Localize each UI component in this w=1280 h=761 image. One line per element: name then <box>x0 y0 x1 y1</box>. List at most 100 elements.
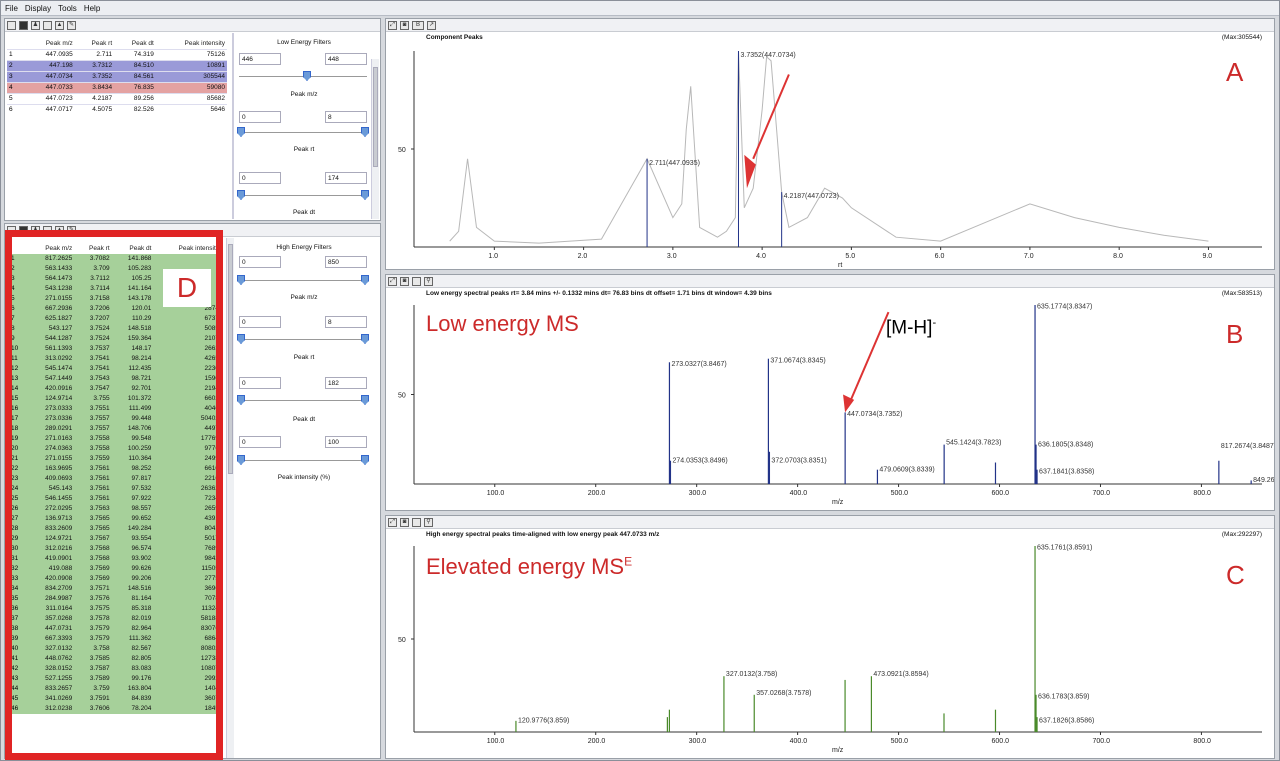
high-mz-max-input[interactable]: 850 <box>325 256 367 268</box>
table-row[interactable]: 23 409.0693 3.7561 97.817 2216 <box>9 474 221 484</box>
table-row[interactable]: 41 448.0762 3.7585 82.805 12738 <box>9 654 221 664</box>
table-row[interactable]: 31 419.0901 3.7568 93.902 9842 <box>9 554 221 564</box>
low-rt-max-input[interactable]: 8 <box>325 111 367 123</box>
table-row[interactable]: 12 545.1474 3.7541 112.435 2230 <box>9 364 221 374</box>
table-row[interactable]: 7 625.1827 3.7207 110.29 6737 <box>9 314 221 324</box>
col-header-intensity[interactable]: Peak intensity <box>153 244 221 254</box>
high-table-scroll-thumb[interactable] <box>228 244 233 474</box>
menu-help[interactable]: Help <box>84 4 100 13</box>
high-rt-knob-max[interactable] <box>361 334 369 344</box>
high-rt-slider[interactable] <box>239 339 367 340</box>
table-row[interactable]: 26 272.0295 3.7563 98.557 2659 <box>9 504 221 514</box>
col-header-intensity[interactable]: Peak intensity <box>156 39 227 50</box>
grid-icon[interactable] <box>19 20 28 30</box>
table-row[interactable]: 11 313.0292 3.7541 98.214 4265 <box>9 354 221 364</box>
table-row[interactable]: 36 311.0164 3.7575 85.318 11324 <box>9 604 221 614</box>
copy-icon[interactable] <box>43 225 52 235</box>
table-row[interactable]: 10 561.1393 3.7537 148.17 2663 <box>9 344 221 354</box>
low-mz-min-input[interactable]: 446 <box>239 53 281 65</box>
high-dt-slider[interactable] <box>239 400 367 401</box>
high-int-min-input[interactable]: 0 <box>239 436 281 448</box>
high-mz-min-input[interactable]: 0 <box>239 256 281 268</box>
low-rt-slider[interactable] <box>239 132 367 133</box>
table-row[interactable]: 37 357.0268 3.7578 82.019 58188 <box>9 614 221 624</box>
high-int-knob-max[interactable] <box>361 455 369 465</box>
table-row[interactable]: 9 544.1287 3.7524 159.364 2107 <box>9 334 221 344</box>
high-dt-knob-max[interactable] <box>361 395 369 405</box>
table-row[interactable]: 34 834.2709 3.7571 148.516 3696 <box>9 584 221 594</box>
table-row[interactable]: 22 163.9695 3.7561 98.252 6610 <box>9 464 221 474</box>
high-dt-max-input[interactable]: 182 <box>325 377 367 389</box>
low-rt-min-input[interactable]: 0 <box>239 111 281 123</box>
table-row[interactable]: 35 284.9987 3.7576 81.164 7078 <box>9 594 221 604</box>
col-header-rt[interactable]: Peak rt <box>74 244 111 254</box>
table-row[interactable]: 6 447.0717 4.5075 82.526 5646 <box>7 104 227 115</box>
table-row[interactable]: 1 447.0935 2.711 74.319 75126 <box>7 49 227 61</box>
low-mz-max-input[interactable]: 448 <box>325 53 367 65</box>
high-int-max-input[interactable]: 100 <box>325 436 367 448</box>
table-row[interactable]: 39 667.3393 3.7579 111.362 6864 <box>9 634 221 644</box>
table-row[interactable]: 45 341.0269 3.7591 84.839 3607 <box>9 694 221 704</box>
table-row[interactable]: 19 271.0163 3.7558 99.548 17769 <box>9 434 221 444</box>
table-row[interactable]: 15 124.9714 3.755 101.372 6602 <box>9 394 221 404</box>
table-row[interactable]: 13 547.1449 3.7543 98.721 1590 <box>9 374 221 384</box>
person-icon[interactable]: ♟ <box>31 20 40 30</box>
low-filters-scrollbar[interactable] <box>371 59 379 219</box>
table-row[interactable]: 25 546.1455 3.7561 97.922 7234 <box>9 494 221 504</box>
col-header-dt[interactable]: Peak dt <box>112 244 154 254</box>
high-int-slider[interactable] <box>239 460 367 461</box>
table-row[interactable]: 14 420.0916 3.7547 92.701 2194 <box>9 384 221 394</box>
col-header-dt[interactable]: Peak dt <box>114 39 156 50</box>
low-dt-knob-min[interactable] <box>237 190 245 200</box>
high-table-scrollbar[interactable] <box>226 238 234 758</box>
high-mz-slider[interactable] <box>239 280 367 281</box>
table-row[interactable]: 40 327.0132 3.758 82.567 80802 <box>9 644 221 654</box>
low-filters-scroll-thumb[interactable] <box>373 67 378 167</box>
low-rt-knob-max[interactable] <box>361 127 369 137</box>
table-row[interactable]: 42 328.0152 3.7587 83.083 10807 <box>9 664 221 674</box>
table-row[interactable]: 46 312.0238 3.7606 78.204 1845 <box>9 704 221 714</box>
high-rt-knob-min[interactable] <box>237 334 245 344</box>
table-row[interactable]: 18 289.0291 3.7557 148.706 4497 <box>9 424 221 434</box>
table-row[interactable]: 2 447.198 3.7312 84.510 10891 <box>7 60 227 72</box>
table-row[interactable]: 1 817.2625 3.7082 141.868 <box>9 254 221 264</box>
table-row[interactable]: 32 419.088 3.7569 99.626 11505 <box>9 564 221 574</box>
high-rt-max-input[interactable]: 8 <box>325 316 367 328</box>
table-row[interactable]: 21 271.0155 3.7559 110.364 2499 <box>9 454 221 464</box>
table-row[interactable]: 29 124.9721 3.7567 93.554 5017 <box>9 534 221 544</box>
table-row[interactable]: 38 447.0731 3.7579 82.964 83076 <box>9 624 221 634</box>
chart-icon[interactable]: ▲ <box>55 225 64 235</box>
table-row[interactable]: 16 273.0333 3.7551 111.499 4046 <box>9 404 221 414</box>
person-icon[interactable]: ♟ <box>31 225 40 235</box>
copy-icon[interactable] <box>43 20 52 30</box>
table-row[interactable]: 44 833.2657 3.759 163.804 1404 <box>9 684 221 694</box>
menu-tools[interactable]: Tools <box>58 4 77 13</box>
low-mz-knob[interactable] <box>303 71 311 81</box>
low-dt-max-input[interactable]: 174 <box>325 172 367 184</box>
table-row[interactable]: 17 273.0336 3.7557 99.448 50402 <box>9 414 221 424</box>
grid-icon[interactable] <box>19 225 28 235</box>
high-dt-knob-min[interactable] <box>237 395 245 405</box>
table-row[interactable]: 28 833.2609 3.7565 149.284 8041 <box>9 524 221 534</box>
table-row[interactable]: 27 136.9713 3.7565 99.652 4391 <box>9 514 221 524</box>
new-icon[interactable] <box>7 20 16 30</box>
high-rt-min-input[interactable]: 0 <box>239 316 281 328</box>
table-row[interactable]: 4 447.0733 3.8434 76.835 59080 <box>7 82 227 94</box>
menu-display[interactable]: Display <box>25 4 51 13</box>
high-mz-knob-min[interactable] <box>237 275 245 285</box>
edit-icon[interactable]: ✎ <box>67 20 76 30</box>
table-row[interactable]: 3 447.0734 3.7352 84.561 305544 <box>7 71 227 83</box>
table-row[interactable]: 20 274.0363 3.7558 100.259 9776 <box>9 444 221 454</box>
high-int-knob-min[interactable] <box>237 455 245 465</box>
table-row[interactable]: 5 447.0723 4.2187 89.256 85682 <box>7 93 227 105</box>
menu-file[interactable]: File <box>5 4 18 13</box>
edit-icon[interactable]: ✎ <box>67 225 76 235</box>
table-row[interactable]: 30 312.0216 3.7568 96.574 7689 <box>9 544 221 554</box>
high-mz-knob-max[interactable] <box>361 275 369 285</box>
low-dt-slider[interactable] <box>239 195 367 196</box>
col-header-mz[interactable]: Peak m/z <box>25 39 75 50</box>
new-icon[interactable] <box>7 225 16 235</box>
table-row[interactable]: 8 543.127 3.7524 148.518 5085 <box>9 324 221 334</box>
col-header-mz[interactable]: Peak m/z <box>27 244 74 254</box>
table-row[interactable]: 24 545.143 3.7561 97.532 26362 <box>9 484 221 494</box>
